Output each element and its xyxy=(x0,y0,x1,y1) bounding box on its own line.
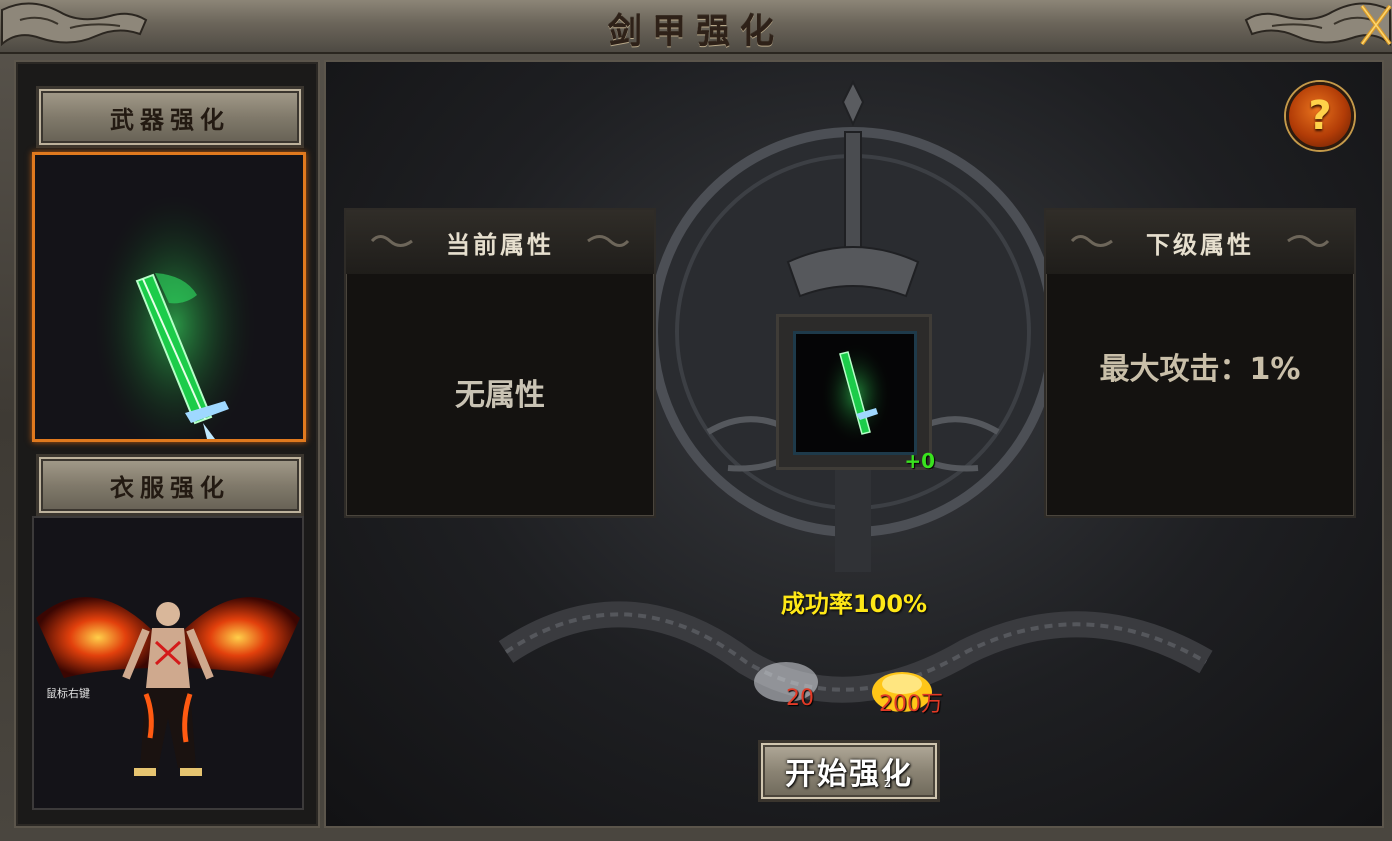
next-attributes-value: 最大攻击：1% xyxy=(1099,352,1301,387)
close-icon[interactable] xyxy=(1356,0,1392,56)
tab-weapon-enhance[interactable]: 武器强化 xyxy=(36,86,304,148)
sidebar: 武器强化 衣服强化 鼠标右键 xyxy=(14,60,320,828)
enhance-main-panel: ? 当前属性 无属性 下级属性 最大攻击：1% +0 成功率100% 20 20… xyxy=(324,60,1384,828)
weapon-preview-slot[interactable] xyxy=(32,152,306,455)
gem-cost-amount: 20 xyxy=(786,686,814,711)
character-with-fire-wings-icon xyxy=(36,597,300,776)
dragon-relief-icon xyxy=(498,601,1213,712)
enhance-item-slot[interactable]: +0 xyxy=(776,314,935,473)
scroll-ornament-icon xyxy=(1287,235,1330,247)
gold-cost: 200万 xyxy=(856,634,966,717)
green-sword-icon xyxy=(95,195,255,455)
next-attributes-header: 下级属性 xyxy=(1046,210,1354,274)
current-attributes-panel: 当前属性 无属性 xyxy=(344,208,656,518)
right-click-hint: 鼠标右键 xyxy=(46,687,90,700)
window-title: 剑甲强化 xyxy=(608,12,784,52)
gold-cost-amount: 200万 xyxy=(879,692,943,717)
help-button[interactable]: ? xyxy=(1286,82,1354,150)
gem-cost: 20 xyxy=(750,634,850,714)
start-enhance-button[interactable]: 开始强化 xyxy=(758,740,940,802)
title-bar: 剑甲强化 xyxy=(0,0,1392,54)
current-attributes-value: 无属性 xyxy=(455,378,545,413)
next-attributes-panel: 下级属性 最大攻击：1% xyxy=(1044,208,1356,518)
scroll-ornament-icon xyxy=(1070,235,1113,247)
armor-preview-slot[interactable]: 鼠标右键 xyxy=(32,516,304,810)
next-attributes-title: 下级属性 xyxy=(1146,229,1254,259)
item-enhance-level: +0 xyxy=(904,449,935,473)
tab-armor-enhance[interactable]: 衣服强化 xyxy=(36,454,304,516)
success-rate: 成功率100% xyxy=(780,590,928,618)
current-attributes-header: 当前属性 xyxy=(346,210,654,274)
start-hotkey-hint: z xyxy=(884,776,891,790)
scroll-ornament-icon xyxy=(587,235,630,247)
item-slot-inner xyxy=(793,331,917,455)
green-sword-icon xyxy=(820,342,892,446)
current-attributes-title: 当前属性 xyxy=(446,229,554,259)
scroll-ornament-icon xyxy=(370,235,413,247)
